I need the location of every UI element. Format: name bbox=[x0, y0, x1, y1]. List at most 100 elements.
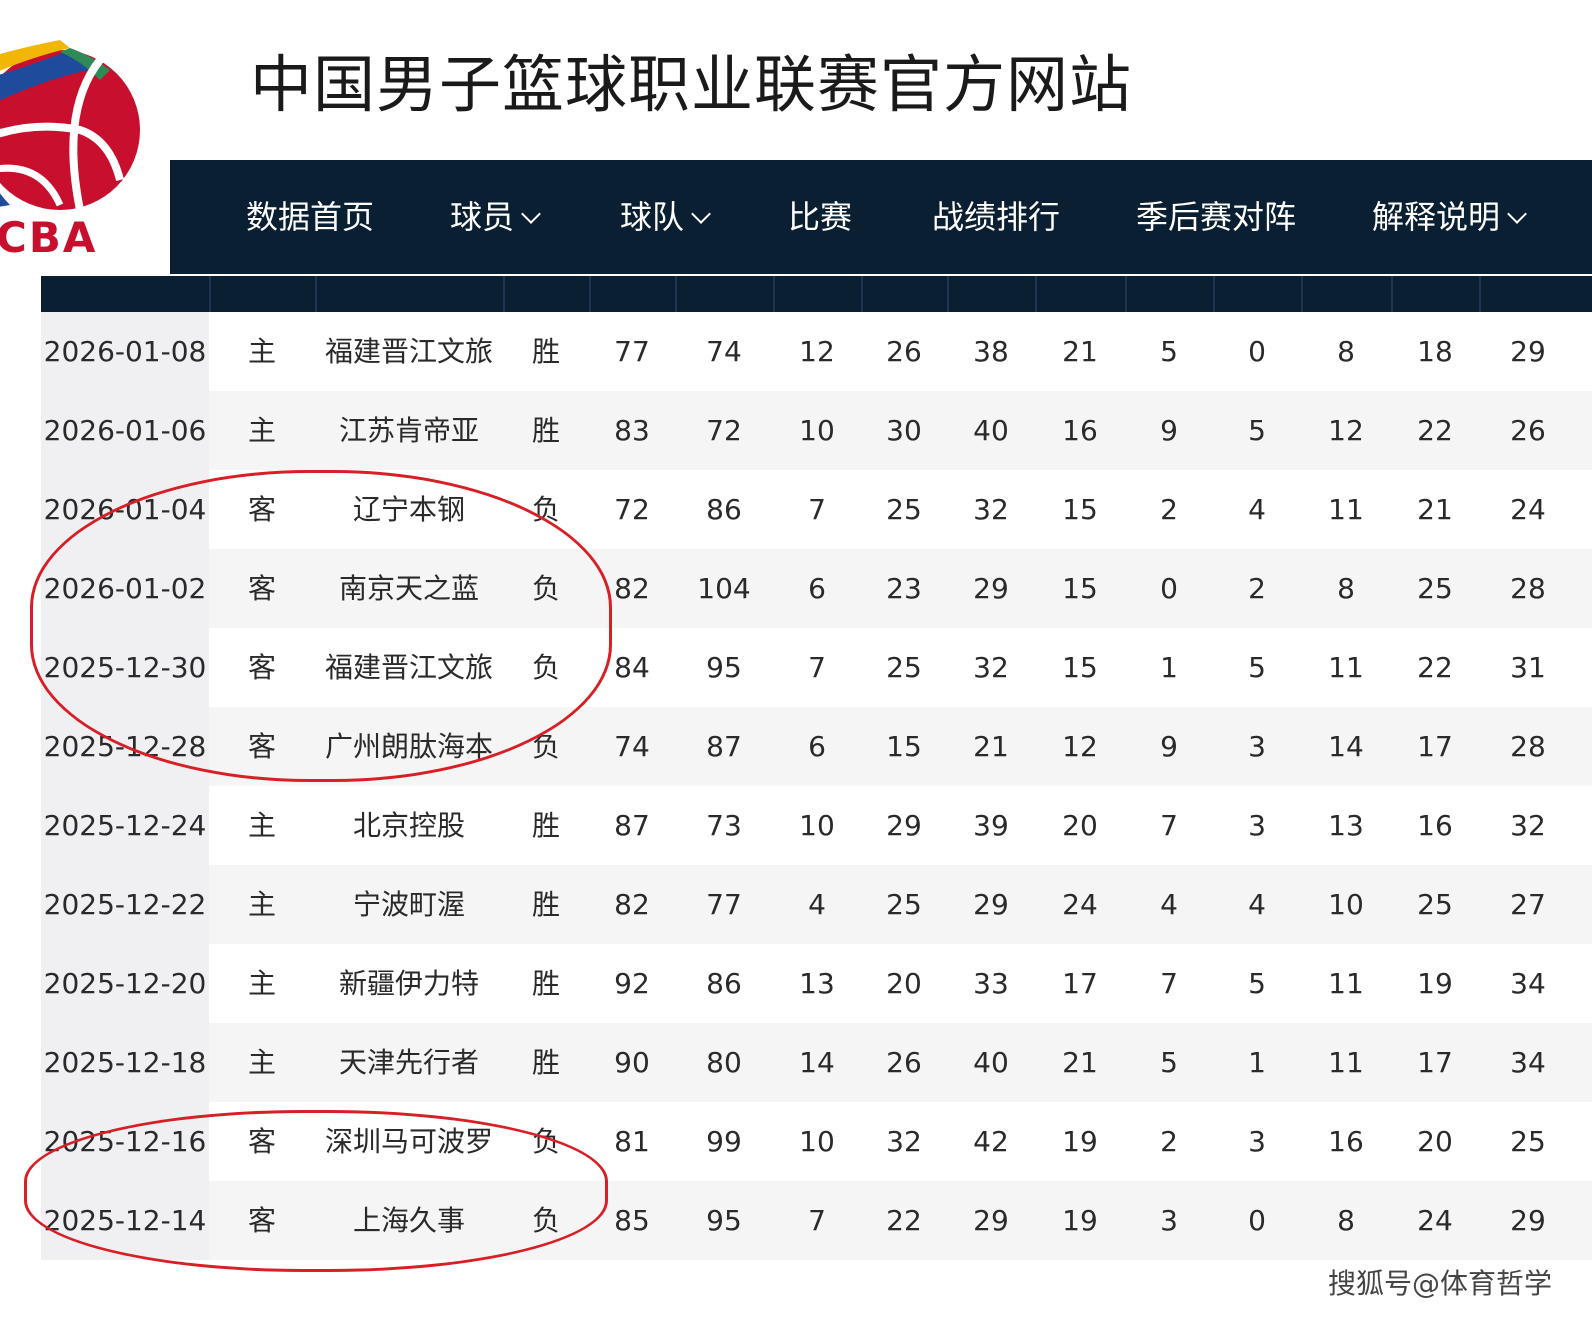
cba-logo[interactable]: CBA bbox=[0, 40, 150, 270]
stat-col-15: 26 bbox=[1510, 414, 1546, 447]
stat-col-12: 5 bbox=[1248, 414, 1266, 447]
team-score: 87 bbox=[614, 809, 650, 842]
table-row: 2026-01-02 客南京天之蓝负 82 104 6 23 29 15 0 2 8 25 28 bbox=[41, 549, 1592, 628]
stat-col-11: 2 bbox=[1160, 493, 1178, 526]
stat-col-14: 22 bbox=[1417, 651, 1453, 684]
stat-col-12: 0 bbox=[1248, 1204, 1266, 1237]
opponent[interactable]: 上海久事 bbox=[315, 1181, 503, 1260]
stat-col-14: 19 bbox=[1417, 967, 1453, 1000]
game-date: 2025-12-16 bbox=[41, 1102, 209, 1181]
stat-col-15: 34 bbox=[1510, 1046, 1546, 1079]
opponent[interactable]: 宁波町渥 bbox=[315, 865, 503, 944]
opponent[interactable]: 北京控股 bbox=[315, 786, 503, 865]
opponent-score: 99 bbox=[706, 1125, 742, 1158]
opponent-score: 95 bbox=[706, 651, 742, 684]
table-row: 2026-01-06 主 江苏肯帝亚胜 83 72 10 30 40 16 9 5 12 22 26 bbox=[41, 391, 1592, 470]
stat-col-10: 24 bbox=[1062, 888, 1098, 921]
opponent[interactable]: 江苏肯帝亚 bbox=[315, 391, 503, 470]
result: 胜 bbox=[531, 335, 560, 368]
stat-col-15: 29 bbox=[1510, 1204, 1546, 1237]
opponent[interactable]: 广州朗肽海本 bbox=[315, 707, 503, 786]
header-separator bbox=[1301, 276, 1303, 312]
game-log-table: 2026-01-08 主福建晋江文旅胜 77 74 12 26 38 21 5 0 8 18 29 202… bbox=[41, 312, 1592, 1260]
table-row: 2026-01-04 客辽宁本钢负 72 86 7 25 32 15 2 4 11 21 24 bbox=[41, 470, 1592, 549]
nav-item-explanation[interactable]: 解释说明 bbox=[1372, 160, 1527, 274]
stat-col-7: 10 bbox=[799, 414, 835, 447]
opponent[interactable]: 福建晋江文旅 bbox=[315, 628, 503, 707]
header-separator bbox=[1479, 276, 1481, 312]
nav-item-games[interactable]: 比赛 bbox=[788, 160, 852, 274]
stat-col-13: 8 bbox=[1337, 335, 1355, 368]
main-nav: 数据首页 球员 球队 比赛 战绩排行 季后赛对阵 解释说明 bbox=[170, 160, 1592, 274]
stat-col-15: 28 bbox=[1510, 730, 1546, 763]
stat-col-10: 21 bbox=[1062, 1046, 1098, 1079]
stat-col-7: 6 bbox=[808, 572, 826, 605]
nav-item-playoffs[interactable]: 季后赛对阵 bbox=[1136, 160, 1296, 274]
opponent[interactable]: 辽宁本钢 bbox=[315, 470, 503, 549]
game-date: 2026-01-02 bbox=[41, 549, 209, 628]
result: 负 bbox=[531, 730, 560, 763]
stat-col-9: 29 bbox=[973, 1204, 1009, 1237]
team-score: 84 bbox=[614, 651, 650, 684]
stat-col-11: 7 bbox=[1160, 809, 1178, 842]
stat-col-9: 32 bbox=[973, 651, 1009, 684]
header-separator bbox=[1391, 276, 1393, 312]
opponent-score: 72 bbox=[706, 414, 742, 447]
result: 胜 bbox=[531, 888, 560, 921]
table-row: 2025-12-24 主北京控股胜 87 73 10 29 39 20 7 3 13 16 32 bbox=[41, 786, 1592, 865]
result: 胜 bbox=[531, 1046, 560, 1079]
opponent-score: 104 bbox=[697, 572, 751, 605]
stat-col-7: 4 bbox=[808, 888, 826, 921]
stat-col-9: 38 bbox=[973, 335, 1009, 368]
stat-col-12: 3 bbox=[1248, 1125, 1266, 1158]
team-score: 72 bbox=[614, 493, 650, 526]
team-score: 82 bbox=[614, 888, 650, 921]
game-date: 2025-12-20 bbox=[41, 944, 209, 1023]
stat-col-9: 21 bbox=[973, 730, 1009, 763]
stat-col-10: 15 bbox=[1062, 493, 1098, 526]
nav-item-data-home[interactable]: 数据首页 bbox=[246, 160, 374, 274]
home-away: 主 bbox=[247, 809, 276, 842]
stat-col-8: 25 bbox=[886, 651, 922, 684]
stat-col-15: 29 bbox=[1510, 335, 1546, 368]
stat-col-8: 26 bbox=[886, 1046, 922, 1079]
team-score: 90 bbox=[614, 1046, 650, 1079]
stat-col-11: 5 bbox=[1160, 335, 1178, 368]
nav-item-players[interactable]: 球员 bbox=[450, 160, 541, 274]
stat-col-8: 26 bbox=[886, 335, 922, 368]
nav-item-label: 球员 bbox=[450, 198, 515, 236]
stat-col-9: 40 bbox=[973, 414, 1009, 447]
stat-col-15: 32 bbox=[1510, 809, 1546, 842]
stat-col-11: 7 bbox=[1160, 967, 1178, 1000]
stat-col-10: 15 bbox=[1062, 651, 1098, 684]
opponent[interactable]: 福建晋江文旅 bbox=[315, 312, 503, 391]
nav-item-teams[interactable]: 球队 bbox=[620, 160, 711, 274]
stat-col-10: 20 bbox=[1062, 809, 1098, 842]
stat-col-7: 12 bbox=[799, 335, 835, 368]
stat-col-13: 11 bbox=[1328, 651, 1364, 684]
opponent[interactable]: 南京天之蓝 bbox=[315, 549, 503, 628]
game-date: 2026-01-06 bbox=[41, 391, 209, 470]
table-row: 2025-12-16 客 深圳马可波罗负 81 99 10 32 42 19 2 3 16 20 25 bbox=[41, 1102, 1592, 1181]
stat-col-12: 3 bbox=[1248, 809, 1266, 842]
stat-col-7: 7 bbox=[808, 1204, 826, 1237]
opponent-score: 74 bbox=[706, 335, 742, 368]
stat-col-13: 11 bbox=[1328, 967, 1364, 1000]
opponent[interactable]: 天津先行者 bbox=[315, 1023, 503, 1102]
stat-col-8: 22 bbox=[886, 1204, 922, 1237]
opponent[interactable]: 深圳马可波罗 bbox=[315, 1102, 503, 1181]
stat-col-9: 39 bbox=[973, 809, 1009, 842]
stat-col-15: 31 bbox=[1510, 651, 1546, 684]
stat-col-12: 4 bbox=[1248, 888, 1266, 921]
stat-col-14: 25 bbox=[1417, 572, 1453, 605]
stat-col-11: 3 bbox=[1160, 1204, 1178, 1237]
table-row: 2026-01-08 主 福建晋江文旅胜 77 74 12 26 38 21 5 0 8 18 29 bbox=[41, 312, 1592, 391]
opponent[interactable]: 新疆伊力特 bbox=[315, 944, 503, 1023]
stat-col-13: 12 bbox=[1328, 414, 1364, 447]
team-score: 92 bbox=[614, 967, 650, 1000]
stat-col-11: 9 bbox=[1160, 730, 1178, 763]
stat-col-8: 15 bbox=[886, 730, 922, 763]
home-away: 客 bbox=[247, 1204, 276, 1237]
nav-item-standings[interactable]: 战绩排行 bbox=[932, 160, 1060, 274]
stat-col-10: 21 bbox=[1062, 335, 1098, 368]
